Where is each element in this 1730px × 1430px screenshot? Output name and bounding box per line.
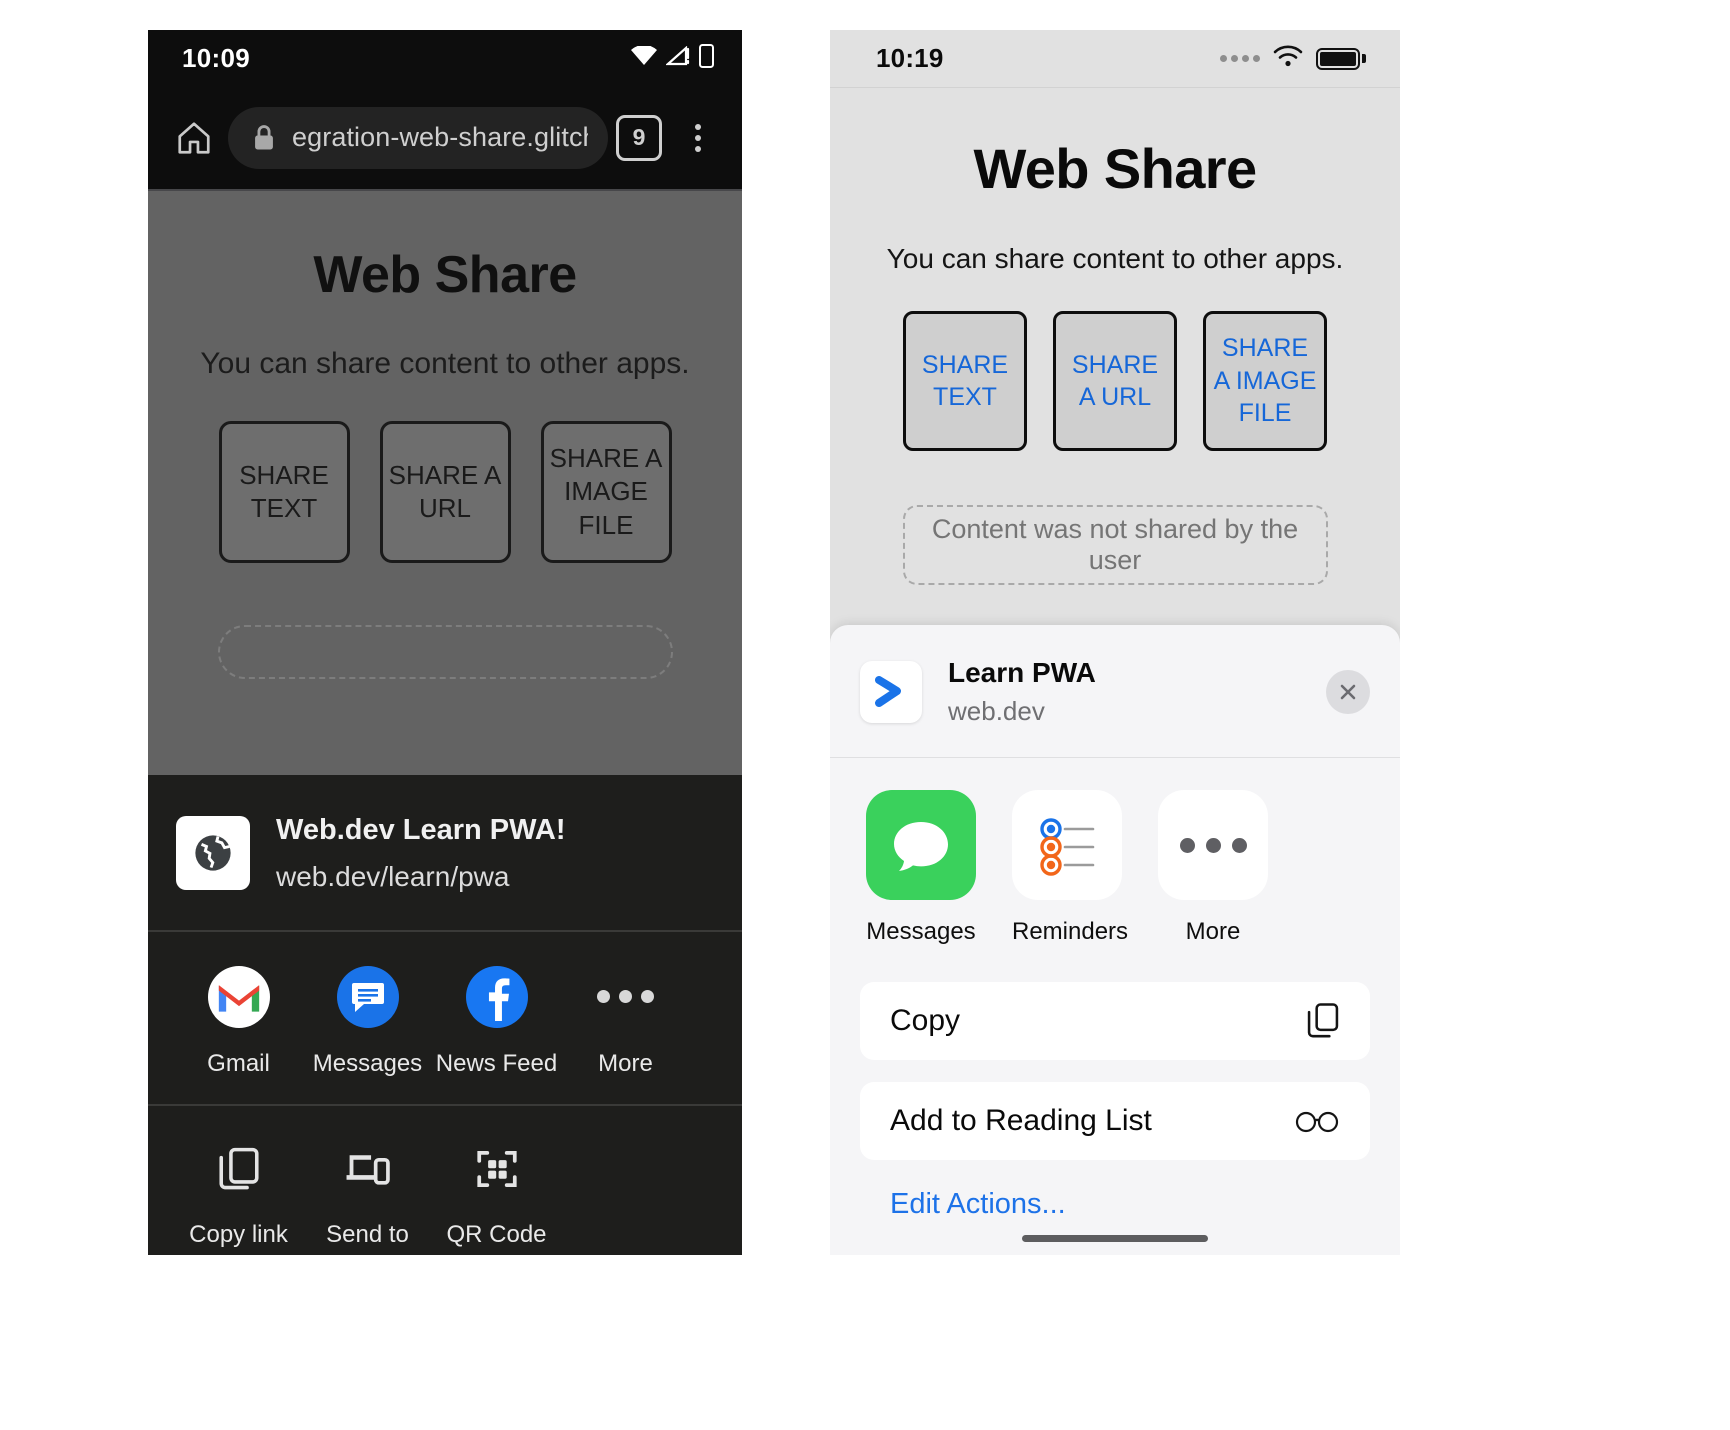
action-label: Add to Reading List (890, 1104, 1152, 1137)
share-target-reminders[interactable]: Reminders (1012, 790, 1129, 946)
android-phone-frame: 10:09 egration-web-share.glitc 9 Web Sha… (148, 30, 742, 1255)
share-result-message: Content was not shared by the user (902, 505, 1328, 585)
share-target-label: More (598, 1049, 653, 1077)
comparison-screenshot: 10:09 egration-web-share.glitc 9 Web Sha… (0, 0, 1730, 1430)
action-send-to-devices[interactable]: Send to your devices (303, 1142, 432, 1255)
page-title: Web Share (973, 137, 1258, 200)
lock-icon (252, 124, 276, 152)
share-preview[interactable]: Web.dev Learn PWA! web.dev/learn/pwa (148, 775, 742, 932)
share-buttons-row: SHARE TEXT SHARE A URL SHARE A IMAGE FIL… (148, 421, 742, 563)
action-add-to-reading-list[interactable]: Add to Reading List (860, 1082, 1370, 1160)
preview-title: Learn PWA (948, 657, 1096, 688)
gmail-icon (207, 965, 270, 1028)
share-preview[interactable]: Learn PWA web.dev (830, 625, 1400, 758)
more-dots-icon (1158, 790, 1268, 900)
preview-url: web.dev (948, 696, 1045, 726)
android-browser-toolbar: egration-web-share.glitch.me 9 (148, 86, 742, 191)
more-dots-icon (595, 966, 657, 1028)
glasses-icon (1294, 1107, 1340, 1135)
share-target-label: More (1185, 918, 1241, 945)
action-label: QR Code (446, 1220, 547, 1248)
share-target-label: Gmail (207, 1049, 270, 1077)
edit-actions-link[interactable]: Edit Actions... (860, 1182, 1370, 1221)
action-label: Copy link (189, 1220, 288, 1248)
ios-clock: 10:19 (876, 43, 944, 73)
tab-count-button[interactable]: 9 (616, 114, 662, 161)
share-text-button[interactable]: SHARE TEXT (903, 311, 1027, 451)
messages-icon (866, 790, 976, 900)
android-app-targets: Gmail Messages News Feed More (148, 932, 742, 1106)
action-label: Copy (890, 1004, 961, 1037)
android-page-content: Web Share You can share content to other… (148, 191, 742, 775)
qr-code-icon (432, 1142, 561, 1196)
globe-icon (176, 816, 250, 891)
share-target-messages[interactable]: Messages (303, 965, 432, 1078)
share-image-file-button[interactable]: SHARE A IMAGE FILE (1203, 311, 1327, 451)
ios-app-targets: Messages Reminders More (830, 758, 1400, 956)
share-result-placeholder (217, 625, 673, 679)
share-target-label: Messages (866, 918, 976, 945)
ios-status-icons (1220, 45, 1366, 72)
share-target-label: Reminders (1012, 918, 1129, 945)
copy-icon (1306, 1002, 1340, 1040)
page-subtitle: You can share content to other apps. (200, 347, 690, 380)
share-target-messages[interactable]: Messages (866, 790, 976, 946)
devices-icon (303, 1142, 432, 1196)
page-subtitle: You can share content to other apps. (886, 243, 1344, 274)
action-label: Send to your devices (326, 1220, 409, 1255)
action-copy[interactable]: Copy (860, 982, 1370, 1060)
home-indicator[interactable] (1022, 1234, 1208, 1242)
preview-url: web.dev/learn/pwa (276, 861, 510, 893)
action-qr-code[interactable]: QR Code (432, 1142, 561, 1255)
battery-icon (1316, 47, 1366, 70)
signal-icon (665, 45, 690, 71)
share-target-more[interactable]: More (1158, 790, 1268, 946)
messages-icon (336, 965, 399, 1028)
android-status-icons (631, 43, 714, 73)
cellular-dots-icon (1220, 55, 1260, 62)
ios-phone-frame: 10:19 Web Share You can share content to… (830, 30, 1400, 1255)
android-clock: 10:09 (182, 42, 250, 73)
wifi-icon (1273, 45, 1303, 72)
ios-home-bar (830, 1221, 1400, 1255)
action-copy-link[interactable]: Copy link (174, 1142, 303, 1255)
url-text: egration-web-share.glitch.me (292, 122, 588, 152)
share-target-more[interactable]: More (561, 966, 690, 1078)
wifi-icon (631, 44, 657, 71)
reminders-icon (1012, 790, 1122, 900)
overflow-menu-icon[interactable] (676, 123, 720, 152)
battery-icon (699, 43, 714, 73)
share-target-news-feed[interactable]: News Feed (432, 965, 561, 1078)
ios-status-bar: 10:19 (830, 30, 1400, 88)
close-icon[interactable] (1326, 670, 1370, 714)
android-action-row: Copy link Send to your devices (148, 1106, 742, 1255)
share-url-button[interactable]: SHARE A URL (379, 421, 511, 563)
share-url-button[interactable]: SHARE A URL (1053, 311, 1177, 451)
share-text-button[interactable]: SHARE TEXT (218, 421, 350, 563)
home-icon[interactable] (166, 110, 222, 166)
page-title: Web Share (313, 246, 577, 304)
share-target-gmail[interactable]: Gmail (174, 965, 303, 1078)
copy-icon (174, 1142, 303, 1196)
learn-pwa-icon (860, 661, 922, 723)
ios-action-list: Copy Add to Reading List Edit Actions... (830, 956, 1400, 1221)
preview-title: Web.dev Learn PWA! (276, 814, 566, 846)
ios-share-sheet: Learn PWA web.dev Messages Reminders Mor… (830, 625, 1400, 1255)
facebook-icon (465, 965, 528, 1028)
android-status-bar: 10:09 (148, 30, 742, 86)
share-target-label: Messages (312, 1049, 423, 1077)
share-image-file-button[interactable]: SHARE A IMAGE FILE (540, 421, 672, 563)
android-share-sheet: Web.dev Learn PWA! web.dev/learn/pwa Gma… (148, 775, 742, 1255)
url-bar[interactable]: egration-web-share.glitch.me (228, 106, 608, 169)
ios-page-content: Web Share You can share content to other… (830, 88, 1400, 585)
share-target-label: News Feed (435, 1049, 558, 1077)
share-buttons-row: SHARE TEXT SHARE A URL SHARE A IMAGE FIL… (866, 311, 1364, 451)
